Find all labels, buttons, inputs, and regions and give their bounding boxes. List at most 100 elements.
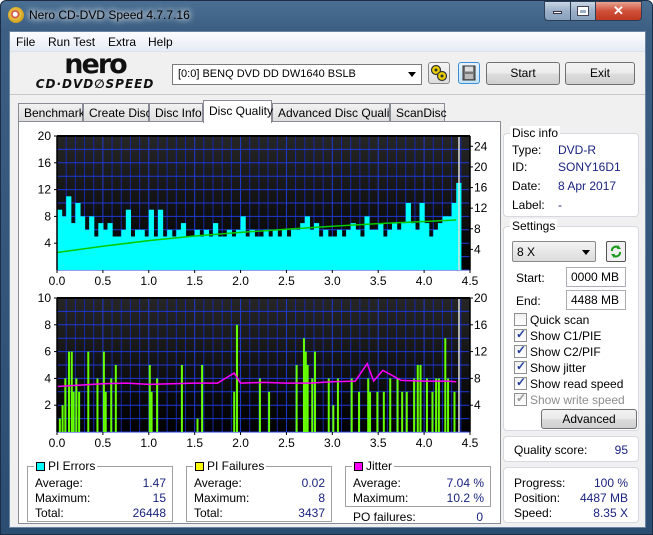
speed-select[interactable]: 8 X [512,241,596,262]
c2-y-tick-label: 6 [44,345,51,359]
stat-label: Maximum: [35,491,91,505]
stat-label: Average: [353,476,401,490]
advanced-button[interactable]: Advanced [541,409,637,429]
stat-label: Maximum: [194,491,250,505]
quality-score-group: Quality score: 95 [503,436,639,462]
progress-label: Progress: [514,476,566,490]
quick-scan-checkbox[interactable]: Quick scan [514,313,589,327]
disc-info-group: Disc info Type: DVD-R ID: SONY16D1 Date:… [503,126,639,217]
show-c2-pif-checkbox[interactable]: Show C2/PIF [514,343,601,359]
c2-bar [358,391,361,432]
maximize-icon [577,6,589,16]
c2-bar [96,378,99,432]
checkbox-label: Quick scan [530,313,590,327]
jitter-maximum: 10.2 % [446,491,484,505]
minimize-button[interactable] [544,1,571,21]
pi-failures-maximum: 8 [318,491,325,505]
tab-benchmark[interactable]: Benchmark [18,103,85,122]
start-button[interactable]: Start [486,62,560,85]
pi-errors-chart: 4 8 12 16 20 4 8 12 16 20 24 0.0 0.5 1.0 1.5 2.0 2.5 3.0 3… [19,129,500,295]
nero-logo: nero CD·DVD∅SPEED [14,49,176,93]
pi-errors-chart-svg: 4 8 12 16 20 4 8 12 16 20 24 0.0 0.5 1.0 1.5 2.0 2.5 3.0 3… [38,129,488,288]
c2-bar [110,378,113,432]
end-label: End: [516,294,541,308]
show-c1-pie-checkbox[interactable]: Show C1/PIE [514,327,601,343]
c1-y-tick-label: 20 [38,130,52,143]
pi-errors-total: 26448 [132,506,166,520]
title-bar: Nero CD-DVD Speed 4.7.7.16 ✕ [1,1,652,31]
stat-label: Total: [194,506,223,520]
disc-type-label: Type: [512,143,542,157]
refresh-speed-button[interactable] [606,241,626,262]
checkbox-checked-icon [514,359,527,374]
stat-label: Maximum: [353,491,409,505]
stat-label: Average: [194,476,242,490]
checkbox-checked-icon [514,391,527,406]
maximize-button[interactable] [570,1,596,21]
c2-y-tick-label: 8 [44,318,51,332]
position-value: 4487 MB [579,491,628,505]
c2-bar [389,378,392,432]
tab-disc-info[interactable]: Disc Info [149,103,203,122]
end-field[interactable]: 4488 MB [566,290,626,310]
pi-failures-legend-label: PI Failures [207,459,265,473]
c2-x-tick-label: 1.5 [186,436,203,450]
c2-x-tick-label: 2.5 [278,436,295,450]
c2-bar [258,378,261,432]
c2-x-tick-label: 4.0 [416,436,433,450]
c2-x-tick-label: 3.5 [370,436,387,450]
show-jitter-checkbox[interactable]: Show jitter [514,359,586,375]
c1-x-tick-label: 2.5 [278,274,295,288]
c2-x-tick-label: 4.5 [462,436,479,450]
disc-id-value: SONY16D1 [558,160,621,174]
tab-create-disc[interactable]: Create Disc [83,103,152,122]
tab-disc-quality[interactable]: Disc Quality [203,100,273,123]
jitter-average: 7.04 % [446,476,484,490]
c2-bar [453,391,456,432]
checkbox-icon [514,313,527,326]
close-button[interactable]: ✕ [595,1,642,21]
c2-bar [268,391,271,432]
tab-advanced-disc-quality[interactable]: Advanced Disc Quality [272,103,399,122]
pi-errors-average: 1.47 [142,476,166,490]
pi-failures-average: 0.02 [301,476,325,490]
c1-x-tick-label: 0.0 [49,274,66,288]
start-field[interactable]: 0000 MB [566,267,626,287]
c1-y2-tick-label: 24 [474,139,488,153]
position-label: Position: [514,491,561,505]
client-area: File Run Test Extra Help nero CD·DVD∅SPE… [9,31,646,528]
speed-select-value: 8 X [517,245,536,259]
c2-bar [311,378,314,432]
show-read-speed-checkbox[interactable]: Show read speed [514,375,623,391]
drive-info-icon [430,64,448,82]
pi-failures-legend: PI Failures [193,459,267,473]
c2-bar [114,365,117,432]
tab-scandisc[interactable]: ScanDisc [390,103,447,122]
drive-select[interactable]: [0:0] BENQ DVD DD DW1640 BSLB [172,64,422,85]
pi-failures-total: 3437 [298,506,325,520]
pi-failures-chart-svg: 2 4 6 8 10 4 8 12 16 20 0.0 0.5 1.0 1.5 2.0 2.5 3.0 3.5 4.… [38,291,488,450]
checkbox-checked-icon [514,327,527,342]
c1-y2-tick-label: 16 [474,181,488,195]
speed-value: 8.35 X [593,506,628,520]
quality-score-value: 95 [614,443,628,457]
speed-label: Speed: [514,506,553,520]
c2-bar [306,365,309,432]
menu-extra[interactable]: Extra [108,35,136,49]
logo-nero-text: nero [64,49,127,80]
c2-bar [350,378,353,432]
drive-info-button[interactable] [428,62,450,84]
save-button[interactable] [458,62,480,84]
exit-button[interactable]: Exit [565,62,635,85]
settings-group: Settings 8 X Start: 0000 MB End: 4488 MB… [503,219,639,431]
c1-x-tick-label: 0.5 [95,274,112,288]
c2-bar [70,351,73,432]
c2-x-tick-label: 2.0 [232,436,249,450]
checkbox-label: Show write speed [530,393,625,407]
c2-bar [425,378,428,432]
menu-help[interactable]: Help [148,35,173,49]
menu-run-test[interactable]: Run Test [48,35,95,49]
menu-file[interactable]: File [16,35,35,49]
c2-bar [156,378,159,432]
c1-x-tick-label: 3.5 [370,274,387,288]
